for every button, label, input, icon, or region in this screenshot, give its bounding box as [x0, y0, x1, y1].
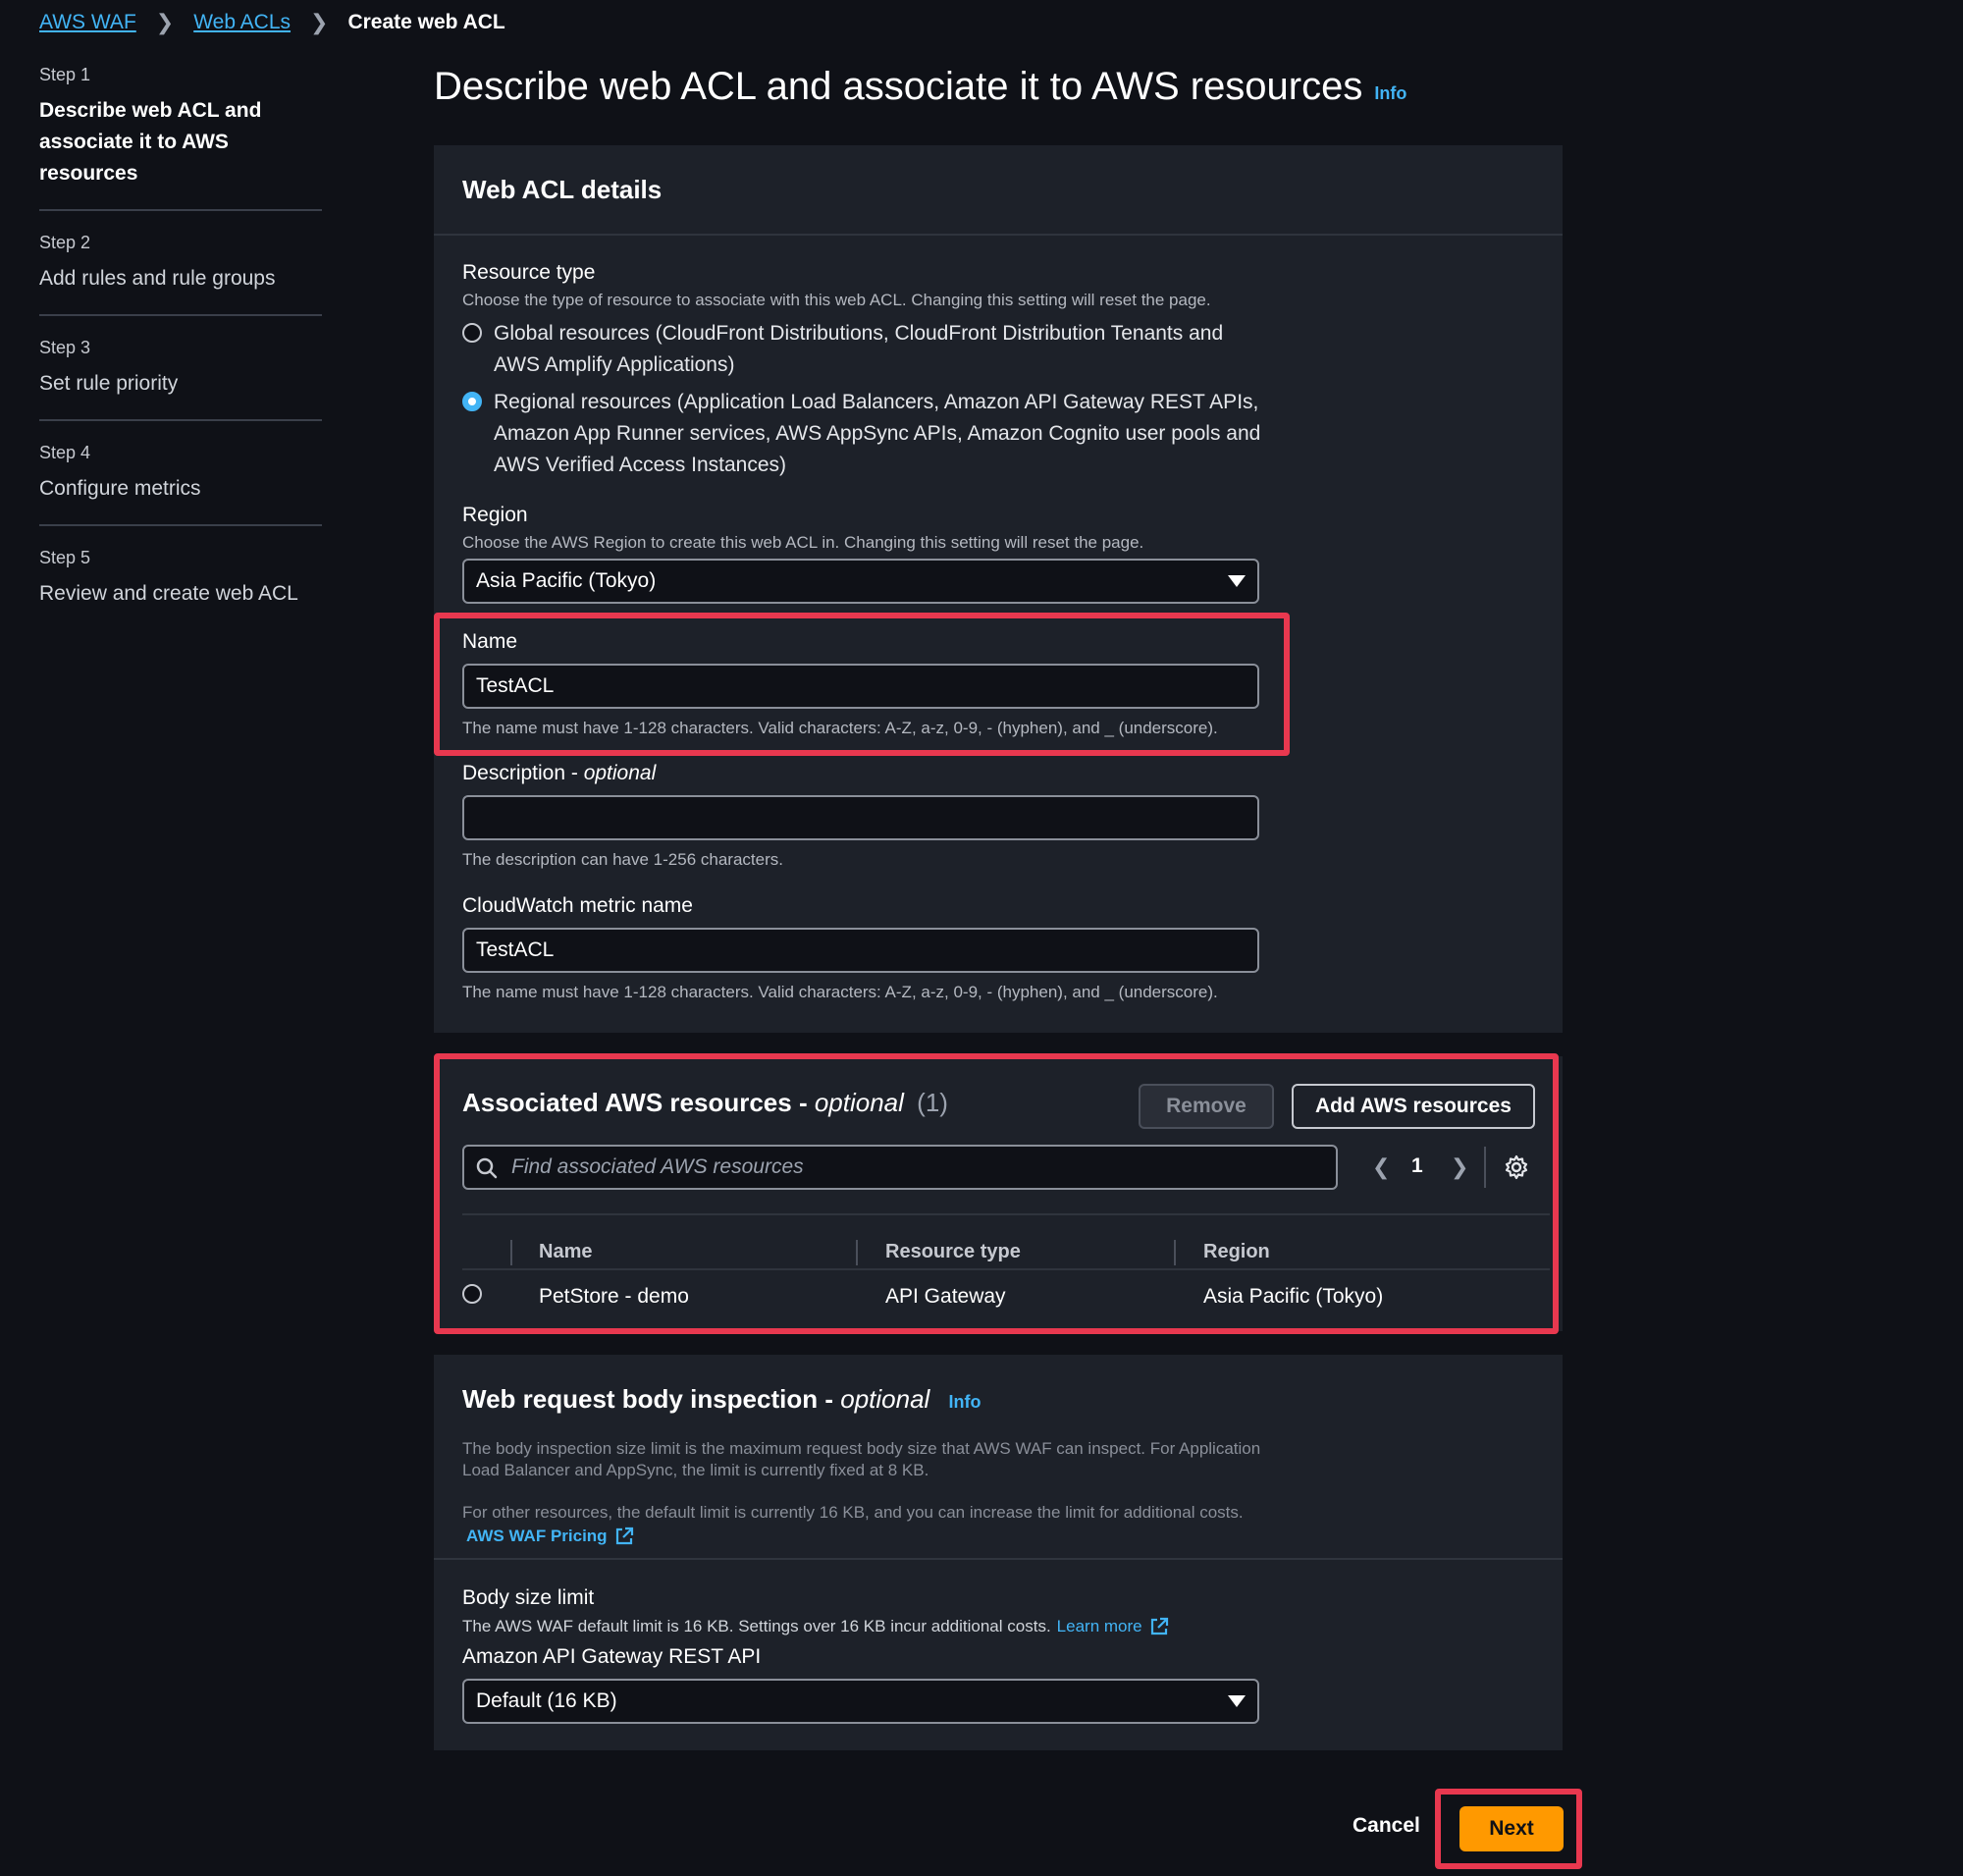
region-label: Region — [462, 504, 528, 526]
highlight-resources — [434, 1053, 1559, 1334]
resource-type-desc: Choose the type of resource to associate… — [462, 291, 1211, 309]
web-acl-details-panel: Web ACL details Resource type Choose the… — [434, 145, 1563, 1033]
body-desc-2: For other resources, the default limit i… — [462, 1503, 1244, 1522]
step-title: Review and create web ACL — [39, 582, 298, 605]
description-group: Description - optional The description c… — [462, 762, 1259, 870]
radio-button[interactable] — [462, 323, 482, 343]
resource-type-label: Resource type — [462, 261, 596, 284]
description-input[interactable] — [462, 795, 1259, 840]
metric-hint: The name must have 1-128 characters. Val… — [462, 983, 1218, 1001]
breadcrumb-web-acls[interactable]: Web ACLs — [193, 11, 291, 34]
body-size-select[interactable]: Default (16 KB) — [462, 1679, 1259, 1724]
radio-global-label: Global resources (CloudFront Distributio… — [494, 322, 1224, 376]
body-size-value: Default (16 KB) — [476, 1689, 617, 1712]
region-value: Asia Pacific (Tokyo) — [476, 569, 657, 592]
external-link-icon — [615, 1527, 633, 1545]
body-size-label: Body size limit — [462, 1586, 595, 1609]
description-label: Description - optional — [462, 762, 657, 784]
step-number: Step 2 — [39, 233, 91, 252]
learn-more-link[interactable]: Learn more — [1057, 1617, 1142, 1636]
info-link[interactable]: Info — [949, 1392, 982, 1412]
radio-regional[interactable]: Regional resources (Application Load Bal… — [462, 387, 1269, 481]
panel-header: Web ACL details — [434, 145, 1563, 236]
radio-regional-label: Regional resources (Application Load Bal… — [494, 391, 1261, 476]
step-4[interactable]: Step 4 Configure metrics — [39, 443, 322, 526]
breadcrumb-aws-waf[interactable]: AWS WAF — [39, 11, 136, 34]
step-title: Set rule priority — [39, 372, 179, 395]
page-title: Describe web ACL and associate it to AWS… — [434, 65, 1406, 109]
external-link-icon — [1150, 1617, 1168, 1635]
api-label: Amazon API Gateway REST API — [462, 1645, 762, 1668]
body-title: Web request body inspection - optional I… — [462, 1384, 982, 1414]
metric-input[interactable]: TestACL — [462, 928, 1259, 973]
step-5[interactable]: Step 5 Review and create web ACL — [39, 548, 322, 629]
radio-global[interactable]: Global resources (CloudFront Distributio… — [462, 318, 1269, 381]
metric-group: CloudWatch metric name TestACL The name … — [462, 894, 1259, 1002]
breadcrumb-current: Create web ACL — [347, 11, 505, 33]
description-hint: The description can have 1-256 character… — [462, 850, 783, 869]
highlight-next — [1435, 1789, 1582, 1869]
panel-title: Web ACL details — [462, 174, 663, 204]
step-title: Configure metrics — [39, 477, 201, 500]
wizard-steps: Step 1 Describe web ACL and associate it… — [39, 65, 322, 651]
metric-label: CloudWatch metric name — [462, 894, 693, 917]
pricing-link-text[interactable]: AWS WAF Pricing — [466, 1527, 608, 1546]
region-select[interactable]: Asia Pacific (Tokyo) — [462, 559, 1259, 604]
cancel-button[interactable]: Cancel — [1353, 1814, 1420, 1838]
panel-header: Web request body inspection - optional I… — [434, 1355, 1563, 1560]
region-group: Region Choose the AWS Region to create t… — [462, 504, 1259, 604]
step-number: Step 5 — [39, 548, 91, 567]
caret-down-icon — [1228, 575, 1246, 587]
step-1[interactable]: Step 1 Describe web ACL and associate it… — [39, 65, 322, 211]
chevron-right-icon: ❯ — [310, 10, 329, 34]
step-2[interactable]: Step 2 Add rules and rule groups — [39, 233, 322, 316]
step-3[interactable]: Step 3 Set rule priority — [39, 338, 322, 421]
highlight-name — [434, 613, 1290, 756]
radio-button-selected[interactable] — [462, 392, 482, 411]
caret-down-icon — [1228, 1695, 1246, 1707]
step-title: Describe web ACL and associate it to AWS… — [39, 99, 262, 185]
info-link[interactable]: Info — [1374, 83, 1406, 104]
breadcrumb: AWS WAF ❯ Web ACLs ❯ Create web ACL — [39, 10, 505, 35]
pricing-link[interactable]: AWS WAF Pricing — [466, 1526, 1534, 1547]
step-title: Add rules and rule groups — [39, 267, 276, 290]
step-number: Step 3 — [39, 338, 91, 357]
page-title-text: Describe web ACL and associate it to AWS… — [434, 65, 1363, 108]
resource-type-group: Resource type Choose the type of resourc… — [462, 261, 1269, 481]
body-size-group: Body size limit The AWS WAF default limi… — [462, 1586, 1259, 1724]
body-desc-1: The body inspection size limit is the ma… — [462, 1439, 1261, 1479]
body-inspection-panel: Web request body inspection - optional I… — [434, 1355, 1563, 1750]
step-number: Step 4 — [39, 443, 91, 462]
body-size-desc: The AWS WAF default limit is 16 KB. Sett… — [462, 1616, 1259, 1637]
step-number: Step 1 — [39, 65, 91, 84]
chevron-right-icon: ❯ — [155, 10, 175, 34]
region-desc: Choose the AWS Region to create this web… — [462, 533, 1144, 552]
